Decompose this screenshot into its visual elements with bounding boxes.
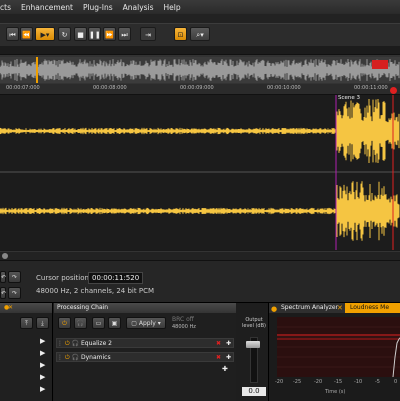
play-button[interactable]: ▶▾	[35, 27, 55, 41]
analyzer-panel: ● Spectrum Analyzer ✕ Loudness Me -20 -2…	[268, 303, 400, 401]
apply-label: Apply	[138, 320, 156, 327]
go-start-icon[interactable]: ⏮	[6, 27, 19, 41]
chain-item[interactable]: ⋮ ⏻ 🎧 Dynamics ✖ ✚	[56, 352, 234, 362]
tab-dot-icon: ●	[271, 305, 278, 313]
remove-icon[interactable]: ✖	[216, 353, 221, 362]
redo-icon-2[interactable]: ↷	[8, 287, 21, 299]
toolbar-spacer	[0, 46, 400, 54]
power-icon[interactable]: ⏻	[58, 317, 71, 329]
menu-plugins[interactable]: Plug-Ins	[83, 3, 113, 12]
menu-bar: cts Enhancement Plug-Ins Analysis Help	[0, 0, 400, 14]
ruler-time: 00:00:07:000	[6, 85, 40, 91]
undo-icon-2[interactable]: ↶	[0, 287, 6, 299]
expand-arrow-icon[interactable]: ▶	[40, 361, 45, 369]
chain-item[interactable]: ⋮ ⏻ 🎧 Equalize 2 ✖ ✚	[56, 338, 234, 348]
ruler-time: 00:00:10:000	[267, 85, 301, 91]
open-folder-icon[interactable]: ▭	[92, 317, 105, 329]
left-panel-header: ● ✕	[0, 303, 52, 313]
cursor-position-label: Cursor position:	[36, 274, 92, 282]
loop-icon[interactable]: ↻	[58, 27, 71, 41]
power-icon[interactable]: ⏻	[65, 340, 70, 347]
headphones-icon[interactable]: 🎧	[72, 354, 79, 361]
x-tick: -20	[275, 379, 284, 385]
stop-icon[interactable]: ■	[74, 27, 87, 41]
sample-rate: 48000 Hz	[172, 324, 196, 330]
menu-analysis[interactable]: Analysis	[123, 3, 154, 12]
x-tick: -25	[293, 379, 302, 385]
search-icon[interactable]: ⌕▾	[190, 27, 210, 41]
chain-item-label: Dynamics	[81, 354, 111, 361]
follow-icon[interactable]: ⇥	[140, 27, 156, 41]
scene-marker-label[interactable]: Scene 3	[338, 95, 360, 101]
expand-arrow-icon[interactable]: ▶	[40, 349, 45, 357]
apply-button[interactable]: ▢ Apply ▾	[126, 317, 166, 329]
close-icon[interactable]: ✕	[8, 303, 13, 313]
menu-effects[interactable]: cts	[0, 3, 11, 12]
scroll-thumb[interactable]	[2, 253, 8, 259]
ruler-time: 00:00:08:000	[93, 85, 127, 91]
add-icon[interactable]: ✚	[226, 339, 231, 348]
analyzer-tabs: ● Spectrum Analyzer ✕ Loudness Me	[269, 303, 400, 313]
menu-help[interactable]: Help	[164, 3, 181, 12]
output-level-label: Output level (dB)	[242, 317, 266, 329]
save-icon[interactable]: ▣	[108, 317, 121, 329]
pause-icon[interactable]: ❚❚	[88, 27, 101, 41]
tab-loudness-label: Loudness Me	[350, 304, 390, 311]
x-tick: -15	[334, 379, 343, 385]
waveform-tracks[interactable]: Scene 3	[0, 87, 400, 250]
audio-format: 48000 Hz, 2 channels, 24 bit PCM	[36, 287, 154, 295]
rewind-icon[interactable]: ⏪	[20, 27, 33, 41]
headphones-icon[interactable]: 🎧	[72, 340, 79, 347]
ruler-time: 00:00:11:000	[354, 85, 388, 91]
remove-icon[interactable]: ✖	[216, 339, 221, 348]
x-tick: -20	[314, 379, 323, 385]
transport-toolbar: ⏮ ⏪ ▶▾ ↻ ■ ❚❚ ⏩ ⏭ ⇥ ⊡ ⌕▾	[0, 23, 400, 47]
bottom-panels: ● ✕ ⤒ ⤓ ▶ ▶ ▶ ▶ ▶ Processing Chain ⏻ 🎧 ▭…	[0, 302, 400, 401]
tab-spectrum-analyzer[interactable]: Spectrum Analyzer	[281, 304, 338, 311]
horizontal-scrollbar[interactable]	[0, 251, 400, 260]
cursor-position-value: 00:00:11:520	[88, 272, 144, 284]
add-icon[interactable]: ✚	[222, 365, 228, 373]
chain-item-label: Equalize 2	[81, 340, 112, 347]
ruler-time: 00:00:09:000	[180, 85, 214, 91]
expand-arrow-icon[interactable]: ▶	[40, 337, 45, 345]
output-fader-thumb[interactable]	[246, 341, 260, 348]
power-icon[interactable]: ⏻	[65, 354, 70, 361]
close-icon[interactable]: ✕	[337, 304, 343, 312]
info-bar: ↶ ↷ ↶ ↷ Cursor position: 00:00:11:520 48…	[0, 260, 400, 303]
time-ruler[interactable]: 00:00:07:000 00:00:08:000 00:00:09:000 0…	[0, 84, 400, 95]
x-tick: -5	[375, 379, 380, 385]
drag-handle-icon[interactable]: ⋮	[57, 340, 63, 347]
output-level-value[interactable]: 0.0	[242, 387, 266, 396]
export-icon[interactable]: ⤓	[36, 317, 49, 329]
move-up-icon[interactable]: ⤒	[20, 317, 33, 329]
processing-chain-title: Processing Chain	[54, 303, 236, 313]
x-tick: 0	[394, 379, 398, 385]
analyzer-x-axis: -20 -25 -20 -15 -10 -5 0	[269, 379, 400, 387]
fast-forward-icon[interactable]: ⏩	[103, 27, 116, 41]
menu-enhancement[interactable]: Enhancement	[21, 3, 73, 12]
menu-spacer	[0, 14, 400, 23]
waveform-overview[interactable]	[0, 54, 400, 86]
drag-handle-icon[interactable]: ⋮	[57, 354, 63, 361]
left-panel: ● ✕ ⤒ ⤓ ▶ ▶ ▶ ▶ ▶	[0, 303, 53, 401]
cursor-handle[interactable]	[390, 87, 397, 94]
processing-chain-panel: Processing Chain ⏻ 🎧 ▭ ▣ ▢ Apply ▾ BRC o…	[54, 303, 266, 401]
brc-status: BRC off	[172, 316, 194, 323]
x-axis-label: Time (s)	[325, 389, 346, 395]
add-icon[interactable]: ✚	[226, 353, 231, 362]
snap-icon[interactable]: ⊡	[174, 27, 187, 41]
expand-arrow-icon[interactable]: ▶	[40, 373, 45, 381]
redo-icon[interactable]: ↷	[8, 271, 21, 283]
tab-loudness-meter[interactable]: Loudness Me	[345, 303, 400, 313]
headphones-icon[interactable]: 🎧	[74, 317, 87, 329]
undo-icon[interactable]: ↶	[0, 271, 6, 283]
x-tick: -10	[354, 379, 363, 385]
go-end-icon[interactable]: ⏭	[118, 27, 131, 41]
expand-arrow-icon[interactable]: ▶	[40, 385, 45, 393]
